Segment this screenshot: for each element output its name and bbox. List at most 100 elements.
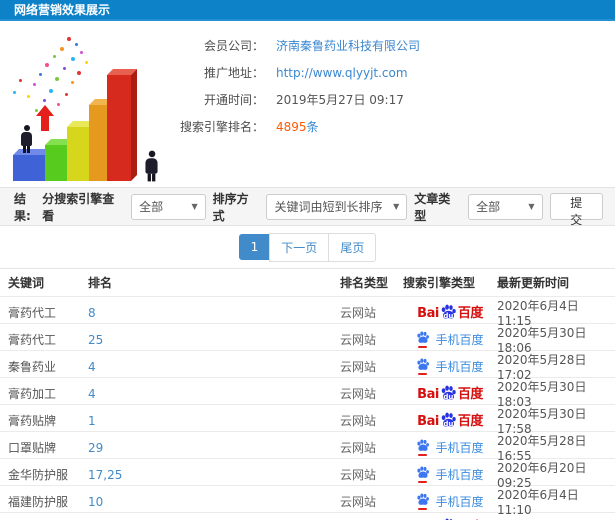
rank-link[interactable]: 10	[88, 495, 340, 509]
engine-rank-value: 4895条	[276, 118, 319, 135]
chevron-down-icon: ▼	[191, 202, 198, 211]
keyword-cell: 膏药贴牌	[8, 414, 57, 428]
engine-logo-cell: Baidu百度	[403, 304, 497, 321]
promo-url-row: 推广地址： http://www.qlyyjt.com	[172, 64, 408, 81]
rank-link[interactable]: 4	[88, 360, 340, 374]
result-label: 结果:	[14, 191, 31, 223]
keyword-rank-table: 关键词 排名 排名类型 搜索引擎类型 最新更新时间 膏药代工 8 云网站 Bai…	[0, 268, 615, 520]
sort-select[interactable]: 关键词由短到长排序 ▼	[266, 193, 408, 220]
baidu-paw-icon	[416, 493, 430, 510]
table-row: 福建防护服 10 云网站 手机百度 2020年6月4日 11:10	[0, 485, 615, 517]
rank-link[interactable]: 4	[88, 387, 340, 401]
col-header-rank: 排名	[88, 276, 113, 290]
col-header-keyword: 关键词	[8, 276, 45, 290]
rank-link[interactable]: 17,25	[88, 468, 340, 482]
article-type-select[interactable]: 全部 ▼	[468, 193, 543, 220]
baidu-paw-icon: du	[440, 304, 457, 321]
mobile-baidu-logo: 手机百度	[416, 439, 484, 456]
info-section: 会员公司： 济南秦鲁药业科技有限公司 推广地址： http://www.qlyy…	[0, 21, 615, 187]
rank-type-cell: 云网站	[340, 360, 377, 374]
engine-logo-cell: 手机百度	[403, 358, 497, 375]
rank-link[interactable]: 29	[88, 441, 340, 455]
keyword-cell: 秦鲁药业	[8, 360, 57, 374]
table-row: 金华防护服 17,25 云网站 手机百度 2020年6月20日 09:25	[0, 458, 615, 490]
keyword-cell: 金华防护服	[8, 468, 69, 482]
keyword-cell: 膏药代工	[8, 333, 57, 347]
updated-time-cell: 2020年6月4日 11:10	[497, 488, 579, 517]
sort-select-value: 关键词由短到长排序	[274, 200, 383, 214]
member-company-link[interactable]: 济南秦鲁药业科技有限公司	[276, 37, 420, 54]
engine-rank-label: 搜索引擎排名：	[179, 120, 264, 134]
baidu-paw-icon: du	[440, 385, 457, 402]
table-header-row: 关键词 排名 排名类型 搜索引擎类型 最新更新时间	[0, 268, 615, 296]
open-time-value: 2019年5月27日 09:17	[276, 93, 404, 107]
col-header-engine-type: 搜索引擎类型	[403, 276, 476, 290]
rank-count: 4895	[276, 120, 307, 134]
last-page-button[interactable]: 尾页	[328, 232, 377, 262]
baidu-paw-icon	[416, 466, 430, 483]
rank-link[interactable]: 8	[88, 306, 340, 320]
baidu-logo: Baidu百度	[417, 304, 483, 321]
col-header-updated: 最新更新时间	[497, 276, 570, 290]
page-title: 网络营销效果展示	[0, 0, 615, 21]
businessman-left-figure	[21, 125, 32, 153]
keyword-cell: 福建防护服	[8, 495, 69, 509]
bar-green	[45, 139, 75, 181]
engine-rank-row: 搜索引擎排名： 4895条	[172, 118, 319, 135]
rank-link[interactable]: 1	[88, 414, 340, 428]
next-page-button[interactable]: 下一页	[269, 232, 330, 262]
growth-chart-graphic	[5, 35, 175, 183]
engine-logo-cell: 手机百度	[403, 331, 497, 348]
engine-logo-cell: Baidu百度	[403, 385, 497, 402]
businessman-right-figure	[145, 150, 158, 182]
baidu-logo: Baidu百度	[417, 412, 483, 429]
filter-group: 分搜索引擎查看 全部 ▼ 排序方式 关键词由短到长排序 ▼ 文章类型 全部 ▼ …	[42, 190, 603, 227]
engine-logo-cell: 手机百度	[403, 466, 497, 483]
engine-filter-label: 分搜索引擎查看	[42, 191, 115, 223]
table-row: 膏药加工 4 云网站 Bai du 百度 2020年5月30日 18:03	[0, 377, 615, 409]
rank-type-cell: 云网站	[340, 441, 377, 455]
article-type-select-value: 全部	[476, 200, 501, 214]
table-row: 秦鲁药业 4 云网站 手机百度 2020年5月28日 17:02	[0, 350, 615, 382]
article-type-label: 文章类型	[414, 191, 451, 223]
baidu-paw-icon: du	[440, 412, 457, 429]
baidu-logo: Baidu百度	[417, 385, 483, 402]
member-company-label: 会员公司：	[203, 39, 264, 53]
rank-link[interactable]: 25	[88, 333, 340, 347]
submit-button[interactable]: 提交	[549, 193, 603, 227]
pagination: 1 下一页 尾页	[0, 226, 615, 268]
bar-red	[107, 69, 137, 181]
rank-type-cell: 云网站	[340, 495, 377, 509]
engine-select-value: 全部	[139, 200, 164, 214]
rank-type-cell: 云网站	[340, 468, 377, 482]
page-1-button[interactable]: 1	[238, 234, 271, 260]
keyword-cell: 膏药加工	[8, 387, 57, 401]
promo-url-label: 推广地址：	[203, 66, 264, 80]
member-company-row: 会员公司： 济南秦鲁药业科技有限公司	[172, 37, 420, 54]
rank-type-cell: 云网站	[340, 333, 377, 347]
engine-logo-cell: 手机百度	[403, 493, 497, 510]
engine-select[interactable]: 全部 ▼	[131, 193, 206, 220]
mobile-baidu-logo: 手机百度	[416, 466, 484, 483]
rank-count-suffix: 条	[306, 120, 319, 134]
rank-type-cell: 云网站	[340, 306, 377, 320]
baidu-paw-icon	[416, 439, 430, 456]
chevron-down-icon: ▼	[393, 202, 400, 211]
keyword-cell: 口罩贴牌	[8, 441, 57, 455]
table-row: 膏药代工 25 云网站 手机百度 2020年5月30日 18:06	[0, 323, 615, 355]
table-row: 口罩贴牌 29 云网站 手机百度 2020年5月28日 16:55	[0, 431, 615, 463]
engine-logo-cell: 手机百度	[403, 439, 497, 456]
table-row: 膏药代工 8 云网站 Bai du 百度 2020年6月4日 11:15	[0, 296, 615, 328]
open-time-row: 开通时间： 2019年5月27日 09:17	[172, 91, 404, 108]
baidu-paw-icon	[416, 358, 430, 375]
promo-url-link[interactable]: http://www.qlyyjt.com	[276, 66, 408, 80]
mobile-baidu-logo: 手机百度	[416, 358, 484, 375]
rank-type-cell: 云网站	[340, 387, 377, 401]
bar-blue	[13, 149, 51, 181]
sort-filter-label: 排序方式	[212, 191, 249, 223]
engine-logo-cell: Baidu百度	[403, 412, 497, 429]
mobile-baidu-logo: 手机百度	[416, 493, 484, 510]
table-body: 膏药代工 8 云网站 Bai du 百度 2020年6月4日 11:15 膏药代工 …	[0, 296, 615, 520]
up-arrow-icon	[36, 105, 54, 131]
keyword-cell: 膏药代工	[8, 306, 57, 320]
